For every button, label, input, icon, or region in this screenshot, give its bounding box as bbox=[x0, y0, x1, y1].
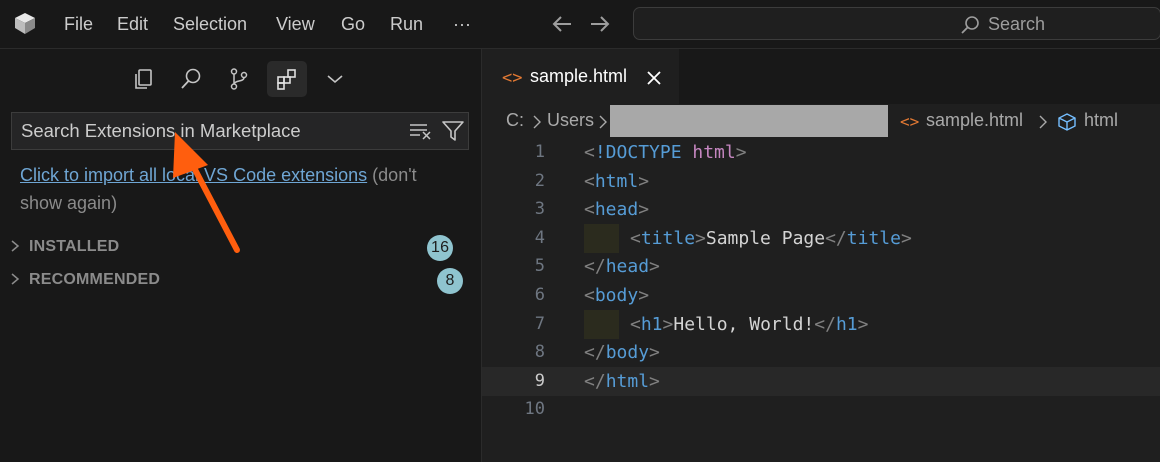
close-icon[interactable] bbox=[646, 70, 662, 86]
line-number: 6 bbox=[534, 285, 545, 305]
tab-bar: <> sample.html bbox=[482, 49, 1160, 105]
line-number: 10 bbox=[524, 399, 545, 420]
forward-arrow-icon[interactable] bbox=[589, 14, 611, 34]
extensions-icon bbox=[277, 69, 296, 90]
clear-filter-icon[interactable] bbox=[409, 121, 433, 141]
chevron-right-icon bbox=[599, 115, 607, 129]
title-bar: File Edit Selection View Go Run ··· Sear… bbox=[0, 0, 1160, 49]
import-notice: Click to import all local VS Code extens… bbox=[20, 161, 440, 217]
menu-file[interactable]: File bbox=[64, 13, 93, 35]
line-text: <!DOCTYPE html> bbox=[584, 142, 747, 163]
filter-icon[interactable] bbox=[441, 120, 465, 142]
symbol-element-icon bbox=[1058, 113, 1076, 131]
line-number: 5 bbox=[534, 256, 545, 277]
menu-more[interactable]: ··· bbox=[453, 13, 471, 35]
chevron-right-icon bbox=[1039, 115, 1047, 129]
redacted-path-segment bbox=[610, 105, 888, 137]
command-center-label: Search bbox=[988, 14, 1046, 34]
extensions-sidebar: Click to import all local VS Code extens… bbox=[0, 49, 482, 462]
breadcrumb-users[interactable]: Users bbox=[547, 110, 594, 131]
tab-sample-html[interactable]: <> sample.html bbox=[482, 49, 679, 105]
code-line[interactable]: 1 <!DOCTYPE html> bbox=[482, 138, 1160, 167]
html-file-icon: <> bbox=[900, 112, 920, 131]
code-line[interactable]: 10 bbox=[482, 395, 1160, 424]
chevron-right-icon bbox=[533, 115, 541, 129]
import-extensions-link[interactable]: Click to import all local VS Code extens… bbox=[20, 165, 367, 185]
code-line[interactable]: 4 <title>Sample Page</title> bbox=[482, 223, 1160, 253]
indent-guide bbox=[584, 223, 619, 253]
line-text: </html> bbox=[584, 370, 660, 392]
html-file-icon: <> bbox=[502, 68, 523, 88]
breadcrumb-file[interactable]: sample.html bbox=[926, 110, 1023, 131]
code-line[interactable]: 3 <head> bbox=[482, 195, 1160, 224]
line-number: 1 bbox=[534, 142, 545, 162]
line-text: </head> bbox=[584, 256, 660, 278]
chevron-right-icon bbox=[11, 273, 20, 285]
source-control-icon bbox=[230, 68, 248, 90]
section-recommended[interactable]: RECOMMENDED 8 bbox=[8, 268, 470, 294]
code-line[interactable]: 7 <h1>Hello, World!</h1> bbox=[482, 309, 1160, 339]
code-line[interactable]: 9 </html> bbox=[482, 366, 1160, 396]
search-view-button[interactable] bbox=[171, 61, 211, 97]
menu-selection[interactable]: Selection bbox=[173, 13, 247, 35]
line-text: <html> bbox=[584, 170, 650, 192]
menu-edit[interactable]: Edit bbox=[117, 13, 148, 35]
line-text: </body> bbox=[584, 342, 660, 364]
section-recommended-label: RECOMMENDED bbox=[29, 271, 161, 288]
search-icon bbox=[961, 16, 979, 34]
breadcrumb-drive[interactable]: C: bbox=[506, 110, 524, 131]
code-line[interactable]: 2 <html> bbox=[482, 167, 1160, 196]
extension-search-box[interactable] bbox=[11, 112, 469, 150]
source-control-button[interactable] bbox=[219, 61, 259, 97]
line-text: <head> bbox=[584, 199, 650, 221]
line-number: 2 bbox=[534, 170, 545, 191]
line-number: 3 bbox=[534, 199, 545, 220]
code-line[interactable]: 8 </body> bbox=[482, 338, 1160, 367]
menu-view[interactable]: View bbox=[276, 13, 315, 35]
line-number: 8 bbox=[534, 342, 545, 363]
recommended-count-badge: 8 bbox=[437, 268, 463, 294]
command-center-search[interactable]: Search bbox=[633, 7, 1160, 40]
code-line[interactable]: 6 <body> bbox=[482, 281, 1160, 310]
menu-go[interactable]: Go bbox=[341, 13, 365, 35]
section-installed-label: INSTALLED bbox=[29, 238, 120, 255]
more-views-button[interactable] bbox=[315, 61, 355, 97]
chevron-right-icon bbox=[11, 240, 20, 252]
line-number: 4 bbox=[534, 227, 545, 248]
breadcrumb-symbol[interactable]: html bbox=[1084, 110, 1118, 131]
extension-search-input[interactable] bbox=[12, 113, 401, 149]
line-text: <h1>Hello, World!</h1> bbox=[630, 313, 869, 335]
app-logo-icon bbox=[15, 13, 35, 34]
installed-count-badge: 16 bbox=[427, 235, 454, 261]
menu-run[interactable]: Run bbox=[390, 13, 423, 35]
breadcrumb: C: Users <> sample.html html bbox=[482, 104, 1160, 138]
explorer-button[interactable] bbox=[123, 61, 163, 97]
section-installed[interactable]: INSTALLED 16 bbox=[8, 235, 470, 261]
line-number: 7 bbox=[534, 313, 545, 334]
extensions-button[interactable] bbox=[267, 61, 307, 97]
explorer-icon bbox=[135, 69, 152, 89]
line-text: <body> bbox=[584, 285, 650, 306]
editor-area: <> sample.html C: Users <> sample.html h… bbox=[482, 49, 1160, 462]
tab-label: sample.html bbox=[530, 66, 628, 86]
line-text: <title>Sample Page</title> bbox=[630, 227, 912, 249]
chevron-down-icon bbox=[327, 75, 343, 84]
back-arrow-icon[interactable] bbox=[551, 14, 573, 34]
indent-guide bbox=[584, 309, 619, 339]
search-icon bbox=[181, 68, 201, 89]
code-line[interactable]: 5 </head> bbox=[482, 252, 1160, 281]
line-number: 9 bbox=[534, 370, 545, 391]
